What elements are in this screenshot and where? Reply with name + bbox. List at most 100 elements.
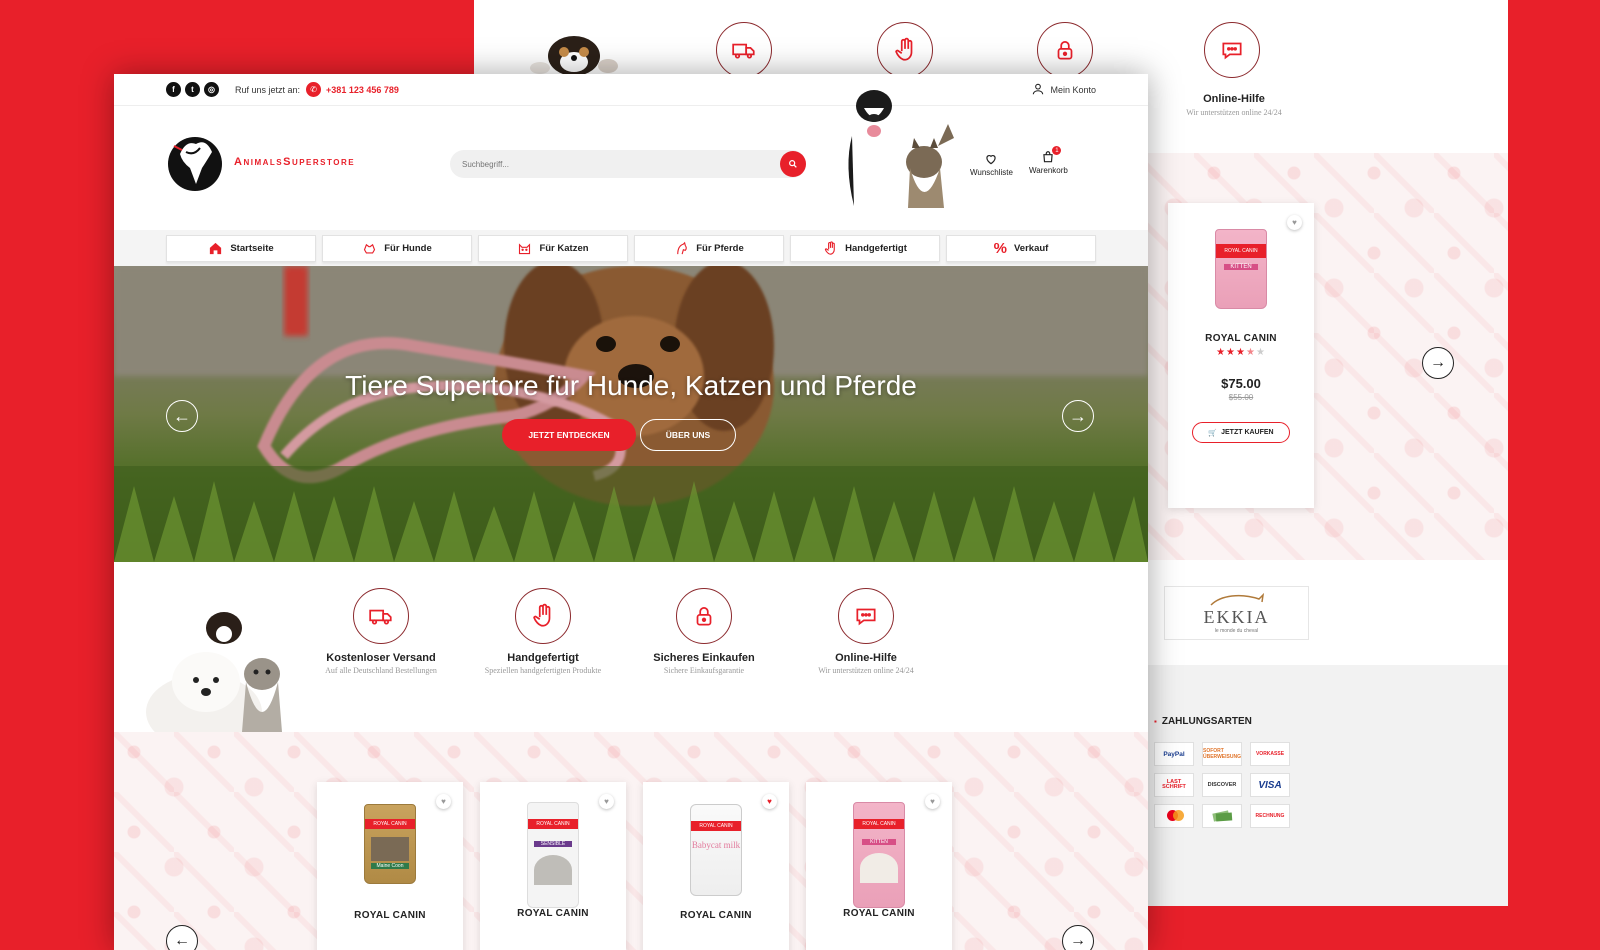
features-row: Kostenloser Versand Auf alle Deutschland… [114, 588, 1148, 718]
mastercard-logo [1154, 804, 1194, 828]
heart-icon [986, 155, 997, 165]
product-label: KITTEN [1224, 264, 1258, 270]
logo-text: AnimalsSuperstore [234, 156, 356, 168]
product-card[interactable]: ♥ ROYAL CANIN Babycat milk ROYAL CANIN [643, 782, 789, 950]
wishlist-heart-icon[interactable]: ♥ [1287, 215, 1302, 230]
sofort-logo: SOFORT ÜBERWEISUNG [1202, 742, 1242, 766]
product-brand: ROYAL CANIN [843, 908, 915, 919]
wishlist-heart-icon[interactable]: ♥ [436, 794, 451, 809]
product-brand: ROYAL CANIN [517, 908, 589, 919]
instagram-icon[interactable]: ◎ [204, 82, 219, 97]
home-icon [210, 242, 222, 254]
payments-title: ▪ ZAHLUNGSARTEN [1154, 716, 1252, 727]
rechnung-logo: RECHNUNG [1250, 804, 1290, 828]
logo[interactable]: AnimalsSuperstore [166, 132, 355, 192]
cat-icon [519, 242, 531, 254]
payment-grid: PayPal SOFORT ÜBERWEISUNG VORKASSE LAST … [1154, 742, 1290, 828]
product-brand: ROYAL CANIN [1205, 333, 1277, 344]
product-card[interactable]: ♥ ROYAL CANIN Maine Coon ROYAL CANIN [317, 782, 463, 950]
twitter-icon[interactable]: t [185, 82, 200, 97]
product-image: ROYAL CANIN KITTEN [853, 802, 905, 908]
dog-cat-image [834, 76, 964, 216]
buy-now-button[interactable]: 🛒 JETZT KAUFEN [1192, 422, 1290, 443]
nav-item-sale[interactable]: % Verkauf [946, 234, 1096, 262]
discover-button[interactable]: JETZT ENTDECKEN [502, 419, 636, 451]
back-chat-icon [1204, 22, 1260, 78]
wishlist-link[interactable]: Wunschliste [970, 152, 1013, 177]
partner-logo[interactable]: EKKIA le monde du cheval [1164, 586, 1309, 640]
back-hand-icon [877, 22, 933, 78]
product-old-price: $55.00 [1228, 393, 1254, 402]
phone-icon: ✆ [306, 82, 322, 97]
hero-headline: Tiere Supertore für Hunde, Katzen und Pf… [345, 370, 917, 401]
main-nav: Startseite Für Hunde Für Katzen Für Pfer… [114, 230, 1148, 266]
back-product-card[interactable]: ♥ ROYAL CANIN KITTEN ROYAL CANIN ★★★★★ $… [1168, 203, 1314, 508]
paypal-logo: PayPal [1154, 742, 1194, 766]
vorkasse-logo: VORKASSE [1250, 742, 1290, 766]
cart-count-badge: 1 [1052, 146, 1062, 155]
search-icon [789, 160, 797, 168]
rating-stars: ★★★★★ [1216, 347, 1266, 358]
wishlist-heart-icon[interactable]: ♥ [762, 794, 777, 809]
product-brand: ROYAL CANIN [680, 910, 752, 921]
product-image: ROYAL CANIN Maine Coon [364, 804, 416, 884]
product-card[interactable]: ♥ ROYAL CANIN KITTEN ROYAL CANIN [806, 782, 952, 950]
puppy-image [526, 28, 621, 76]
products-section: ♥ ROYAL CANIN Maine Coon ROYAL CANIN ♥ R… [114, 732, 1148, 950]
hero-next-arrow[interactable]: → [1062, 400, 1094, 432]
dog-icon [364, 243, 376, 253]
truck-icon [353, 588, 409, 644]
back-feature-title: Online-Hilfe [1203, 93, 1265, 105]
account-icon[interactable] [1031, 82, 1045, 98]
visa-logo: VISA [1250, 773, 1290, 797]
discover-logo: DISCOVER [1202, 773, 1242, 797]
search-bar [450, 150, 806, 178]
back-feature-subtitle: Wir unterstützen online 24/24 [1186, 108, 1282, 117]
horse-head-icon [677, 241, 687, 254]
horse-icon [1209, 592, 1264, 606]
products-next-arrow[interactable]: → [1062, 925, 1094, 950]
cash-icon [1202, 804, 1242, 828]
chat-icon [838, 588, 894, 644]
lastschrift-logo: LAST SCHRIFT [1154, 773, 1194, 797]
back-next-arrow[interactable]: → [1422, 347, 1454, 379]
nav-item-horses[interactable]: Für Pferde [634, 234, 784, 262]
partner-tagline: le monde du cheval [1214, 627, 1259, 634]
back-lock-icon [1037, 22, 1093, 78]
wishlist-heart-icon[interactable]: ♥ [925, 794, 940, 809]
payments-section: ▪ ZAHLUNGSARTEN PayPal SOFORT ÜBERWEISUNG… [1124, 665, 1508, 906]
lock-icon [676, 588, 732, 644]
main-page: f t ◎ Ruf uns jetzt an: ✆ +381 123 456 7… [114, 74, 1148, 950]
call-label: Ruf uns jetzt an: [235, 84, 301, 95]
hand-icon [824, 240, 835, 255]
hero-prev-arrow[interactable]: ← [166, 400, 198, 432]
cart-link[interactable]: 1 Warenkorb [1029, 146, 1068, 175]
product-image: ROYAL CANIN SENSIBLE [527, 802, 579, 908]
phone-number[interactable]: +381 123 456 789 [326, 85, 399, 95]
product-card[interactable]: ♥ ROYAL CANIN SENSIBLE ROYAL CANIN [480, 782, 626, 950]
hand-icon [515, 588, 571, 644]
product-brand: ROYAL CANIN [354, 910, 426, 921]
facebook-icon[interactable]: f [166, 82, 181, 97]
about-us-button[interactable]: ÜBER UNS [640, 419, 736, 451]
products-prev-arrow[interactable]: ← [166, 925, 198, 950]
logo-icon [168, 137, 222, 191]
account-link[interactable]: Mein Konto [1050, 85, 1096, 95]
header: AnimalsSuperstore Suchbegriff... Wunschl… [114, 90, 1148, 230]
product-image: ROYAL CANIN Babycat milk [690, 804, 742, 896]
cart-icon: 🛒 [1208, 429, 1218, 437]
feature-shipping: Kostenloser Versand Auf alle Deutschland… [296, 588, 466, 675]
nav-item-cats[interactable]: Für Katzen [478, 234, 628, 262]
nav-item-handmade[interactable]: Handgefertigt [790, 234, 940, 262]
search-button[interactable] [780, 151, 806, 177]
nav-item-home[interactable]: Startseite [166, 234, 316, 262]
product-price: $75.00 [1221, 376, 1261, 391]
wishlist-heart-icon[interactable]: ♥ [599, 794, 614, 809]
percent-icon: % [993, 239, 1007, 257]
hero-dog-image [114, 266, 1148, 562]
wishlist-label: Wunschliste [970, 168, 1013, 177]
nav-item-dogs[interactable]: Für Hunde [322, 234, 472, 262]
back-truck-icon [716, 22, 772, 78]
cart-label: Warenkorb [1029, 166, 1068, 175]
search-input[interactable] [462, 159, 780, 169]
